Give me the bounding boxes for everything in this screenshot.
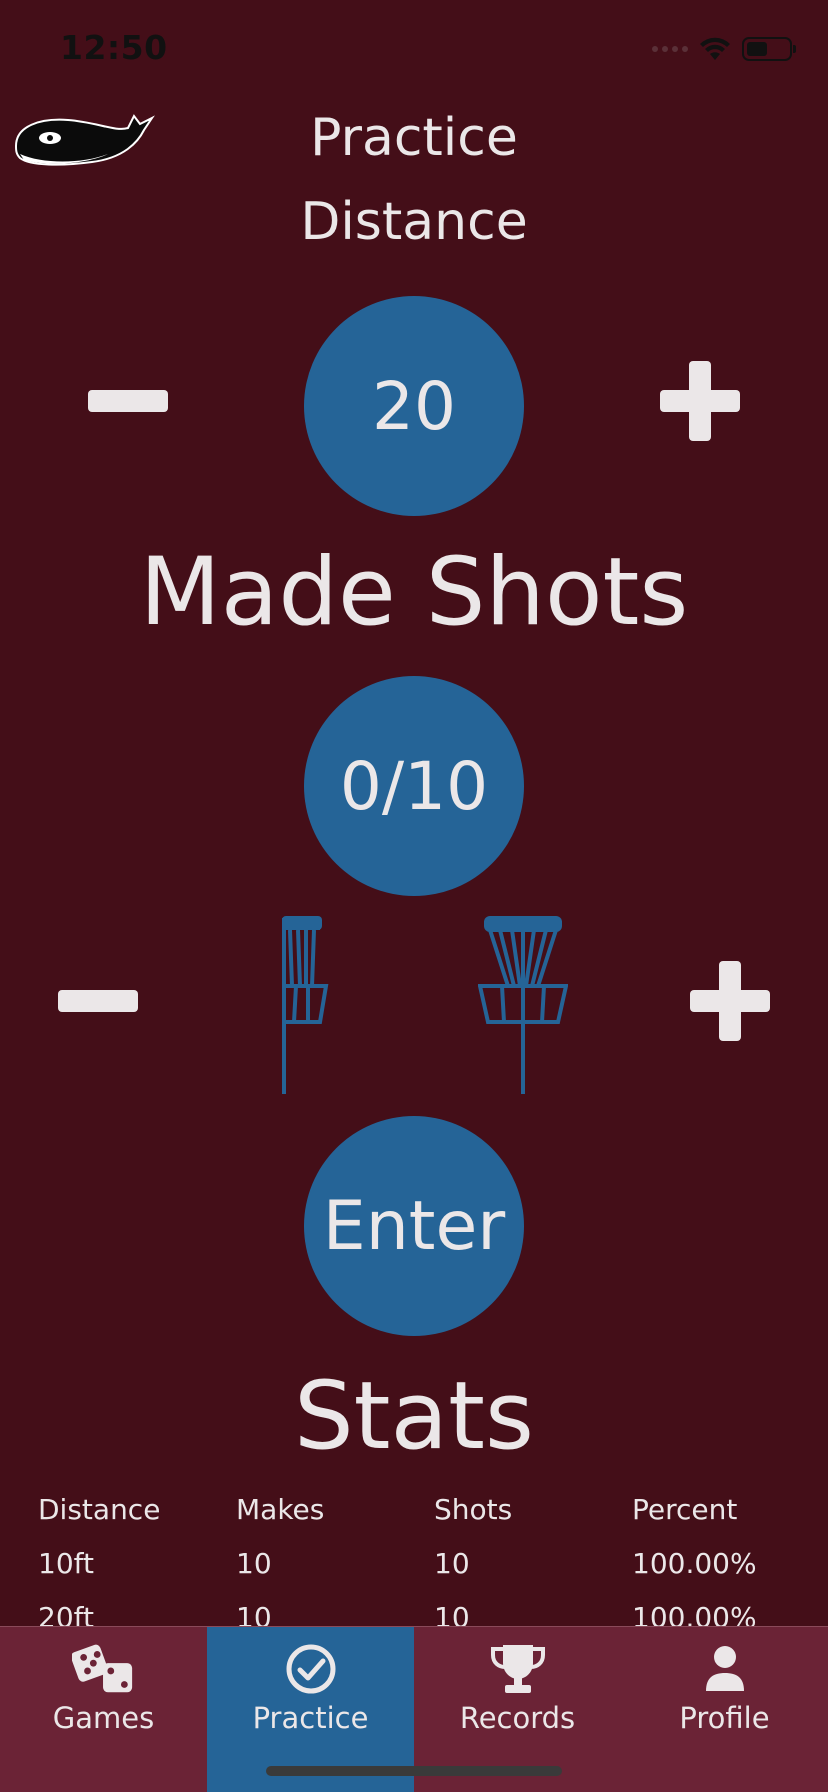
made-shots-increment-button[interactable] xyxy=(690,961,770,1041)
table-cell: 10 xyxy=(236,1546,272,1580)
made-shots-value: 0/10 xyxy=(304,676,524,896)
stats-header-row: Distance Makes Shots Percent xyxy=(38,1482,790,1536)
tab-games[interactable]: Games xyxy=(0,1627,207,1792)
distance-increment-button[interactable] xyxy=(660,361,740,441)
column-header: Distance xyxy=(38,1492,161,1526)
made-shots-decrement-button[interactable] xyxy=(58,990,138,1012)
status-time: 12:50 xyxy=(60,28,168,67)
distance-label: Distance xyxy=(300,192,528,252)
column-header: Percent xyxy=(632,1492,738,1526)
wifi-icon xyxy=(700,37,730,60)
column-header: Shots xyxy=(434,1492,513,1526)
person-icon xyxy=(693,1643,757,1695)
table-cell: 10ft xyxy=(38,1546,94,1580)
home-indicator xyxy=(266,1766,562,1776)
stats-table: Distance Makes Shots Percent 10ft 10 10 … xyxy=(38,1482,790,1644)
trophy-icon xyxy=(486,1643,550,1695)
page-title: Practice xyxy=(310,108,518,168)
tab-profile[interactable]: Profile xyxy=(621,1627,828,1792)
table-row: 10ft 10 10 100.00% xyxy=(38,1536,790,1590)
tab-label: Profile xyxy=(679,1701,770,1735)
table-cell: 100.00% xyxy=(632,1546,757,1580)
check-circle-icon xyxy=(279,1643,343,1695)
made-shots-heading: Made Shots xyxy=(139,538,689,647)
status-icons xyxy=(652,34,796,64)
basket-left-icon xyxy=(282,916,329,1094)
battery-icon xyxy=(742,37,796,61)
tab-label: Games xyxy=(52,1701,155,1735)
distance-value: 20 xyxy=(304,296,524,516)
column-header: Makes xyxy=(236,1492,325,1526)
tab-label: Practice xyxy=(252,1701,369,1735)
table-cell: 10 xyxy=(434,1546,470,1580)
dice-icon xyxy=(71,1643,136,1695)
tab-label: Records xyxy=(459,1701,576,1735)
cellular-signal-icon xyxy=(652,46,688,52)
enter-button[interactable]: Enter xyxy=(304,1116,524,1336)
basket-right-icon xyxy=(478,916,568,1094)
stats-heading: Stats xyxy=(294,1362,534,1471)
distance-decrement-button[interactable] xyxy=(88,390,168,412)
